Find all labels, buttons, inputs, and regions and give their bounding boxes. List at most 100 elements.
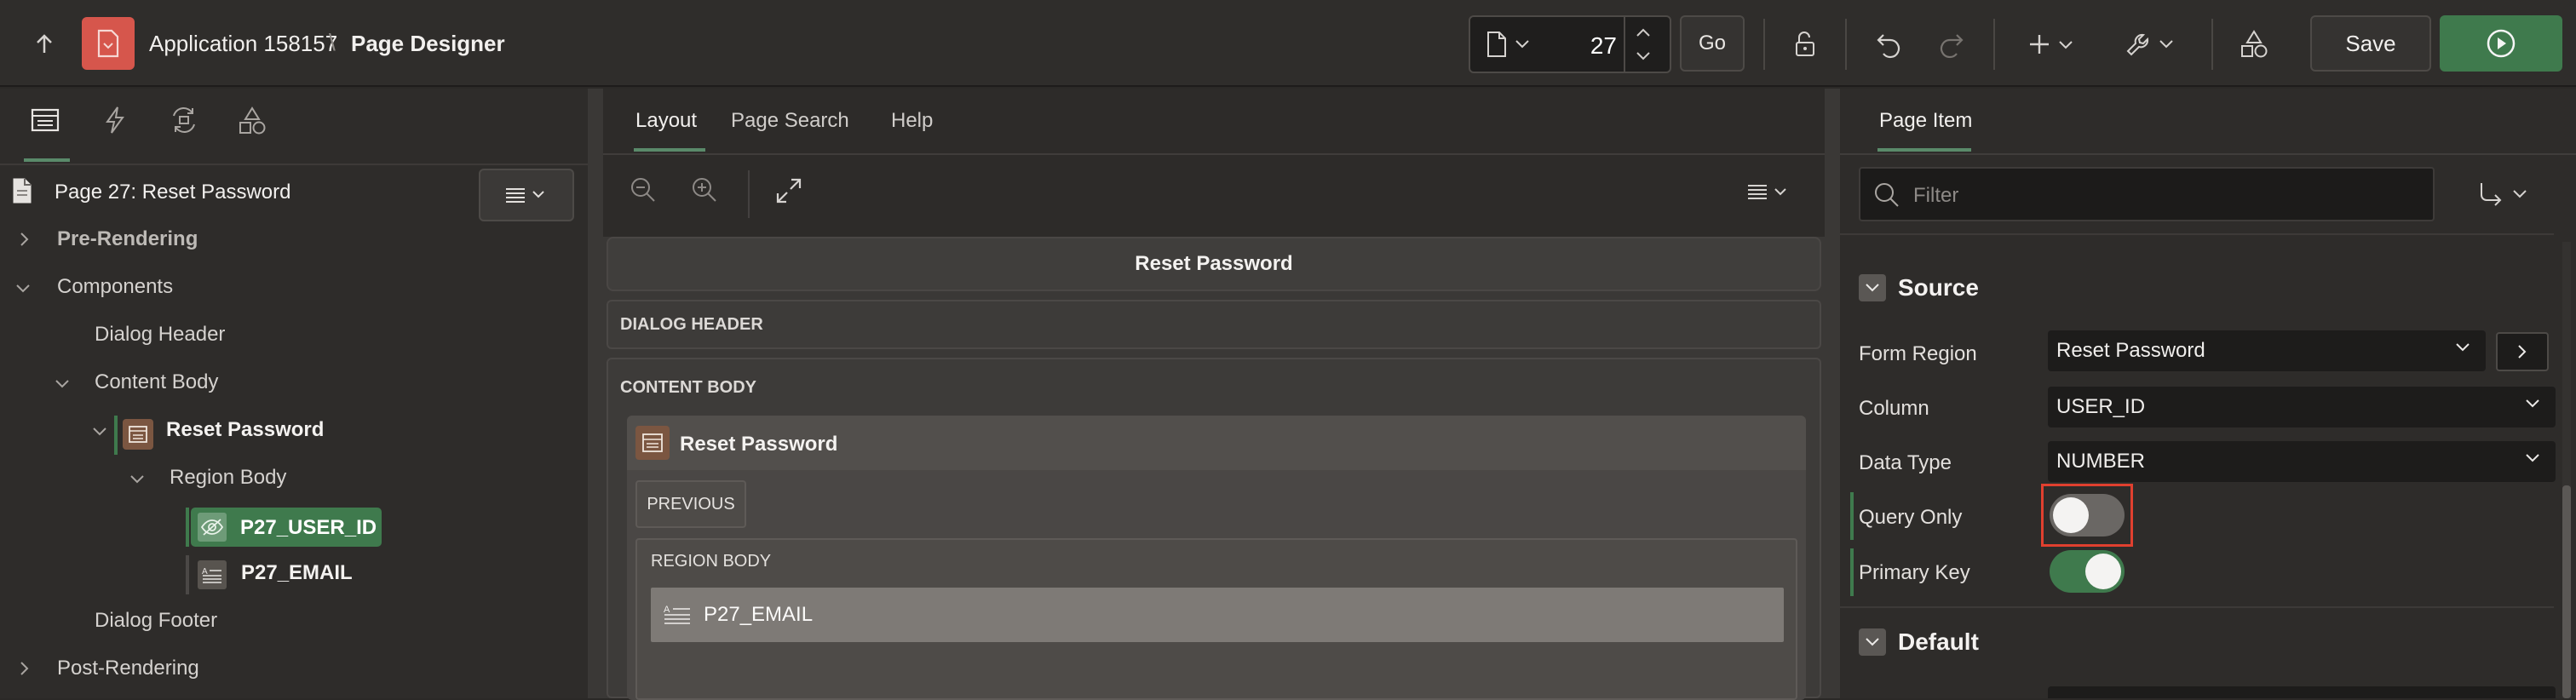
form-region-select[interactable]: Reset Password (2048, 330, 2486, 371)
data-type-select[interactable]: NUMBER (2048, 441, 2556, 482)
dialog-header-region[interactable]: DIALOG HEADER (607, 300, 1821, 349)
tree-node-post-rendering[interactable]: Post-Rendering (57, 657, 199, 680)
search-icon (1872, 181, 1901, 209)
toggle-knob (2085, 554, 2121, 589)
tree-node-reset-password-region[interactable]: Reset Password (166, 418, 324, 442)
redo-icon[interactable] (1925, 19, 1976, 70)
page-selector[interactable]: 27 (1469, 15, 1671, 73)
chevron-down-icon[interactable] (15, 283, 31, 295)
data-type-label: Data Type (1859, 451, 1952, 474)
page-icon (1486, 31, 1508, 58)
tree-node-dialog-footer[interactable]: Dialog Footer (95, 609, 217, 633)
chevron-down-icon (2525, 453, 2540, 463)
processing-tab-icon[interactable] (169, 106, 199, 135)
add-menu-icon[interactable] (2019, 19, 2087, 70)
shared-components-tab-icon[interactable] (237, 106, 267, 136)
region-body-label: REGION BODY (651, 552, 772, 571)
app-name-link[interactable]: Application 158157 (149, 31, 337, 57)
query-only-toggle[interactable] (2050, 494, 2125, 536)
collapse-source-icon[interactable] (1859, 274, 1886, 301)
primary-key-toggle[interactable] (2050, 550, 2125, 593)
layout-canvas: Reset Password DIALOG HEADER CONTENT BOD… (603, 237, 1825, 700)
go-to-region-button[interactable] (2496, 332, 2549, 371)
dynamic-actions-tab-icon[interactable] (102, 106, 128, 135)
page-title: Page Designer (351, 31, 505, 56)
undo-icon[interactable] (1864, 19, 1915, 70)
previous-button[interactable]: PREVIOUS (635, 480, 746, 528)
default-section-title[interactable]: Default (1898, 628, 1979, 656)
tab-page-item[interactable]: Page Item (1879, 109, 1972, 133)
go-to-group-button[interactable] (2440, 174, 2569, 215)
reset-password-region[interactable]: Reset Password PREVIOUS REGION BODY A P2… (627, 416, 1806, 700)
property-editor-panel: Page Item Filter Source Form Region Rese… (1840, 89, 2576, 698)
text-field-icon: A (663, 603, 692, 627)
app-icon[interactable] (82, 17, 135, 70)
chevron-down-icon[interactable] (129, 473, 145, 485)
tree-node-content-body[interactable]: Content Body (95, 370, 218, 394)
content-body-region[interactable]: CONTENT BODY Reset Password PREVIOUS REG… (607, 358, 1821, 700)
zoom-out-icon[interactable] (629, 175, 658, 204)
save-button[interactable]: Save (2310, 15, 2431, 72)
tree-node-pre-rendering[interactable]: Pre-Rendering (57, 227, 198, 251)
svg-text:A: A (664, 605, 670, 615)
dialog-header-label: DIALOG HEADER (620, 315, 763, 334)
p27-email-label: P27_EMAIL (704, 603, 814, 626)
page-number-input[interactable]: 27 (1590, 32, 1617, 60)
tree-node-p27-user-id[interactable]: P27_USER_ID (191, 508, 382, 547)
form-region-value: Reset Password (2056, 339, 2205, 362)
chevron-down-icon (2455, 342, 2470, 353)
shared-components-icon[interactable] (2228, 19, 2280, 70)
chevron-right-icon (2518, 345, 2527, 359)
tree-node-components[interactable]: Components (57, 275, 173, 299)
increment-icon[interactable] (1636, 27, 1651, 37)
menu-icon (506, 188, 544, 203)
column-label: Column (1859, 397, 1929, 420)
page-node-label[interactable]: Page 27: Reset Password (55, 181, 291, 204)
zoom-in-icon[interactable] (690, 175, 719, 204)
p27-email-item[interactable]: A P27_EMAIL (651, 588, 1784, 642)
default-type-select[interactable] (2048, 686, 2556, 698)
text-field-icon: A (198, 560, 227, 589)
decrement-icon[interactable] (1636, 51, 1651, 61)
page-icon (12, 177, 32, 204)
run-button[interactable] (2440, 15, 2562, 72)
region-title: Reset Password (680, 433, 838, 456)
region-icon (635, 426, 670, 460)
tree-node-dialog-header[interactable]: Dialog Header (95, 323, 225, 347)
filter-input[interactable]: Filter (1859, 167, 2435, 221)
form-region-label: Form Region (1859, 342, 1977, 365)
go-to-group-icon (2481, 183, 2527, 206)
content-body-label: CONTENT BODY (620, 378, 756, 397)
collapse-default-icon[interactable] (1859, 628, 1886, 656)
chevron-right-icon[interactable] (19, 232, 31, 247)
column-value: USER_ID (2056, 395, 2146, 418)
query-only-label: Query Only (1859, 506, 1963, 529)
chevron-right-icon[interactable] (19, 661, 31, 676)
region-body-area[interactable]: REGION BODY A P27_EMAIL (635, 538, 1797, 700)
go-button[interactable]: Go (1680, 15, 1745, 72)
tree-node-region-body[interactable]: Region Body (170, 466, 286, 490)
up-arrow-icon[interactable] (19, 19, 70, 70)
tree-menu-button[interactable] (479, 169, 574, 221)
primary-key-label: Primary Key (1859, 561, 1970, 584)
tree-node-label: P27_USER_ID (240, 516, 377, 539)
expand-icon[interactable] (775, 177, 802, 204)
toggle-knob (2053, 497, 2089, 533)
rendering-tree-panel: Page 27: Reset Password Pre-Rendering Co… (0, 89, 588, 698)
source-section-title[interactable]: Source (1898, 274, 1979, 301)
lock-icon[interactable] (1779, 19, 1830, 70)
wrench-menu-icon[interactable] (2118, 19, 2186, 70)
tab-help[interactable]: Help (891, 109, 933, 133)
layout-menu-icon[interactable] (1745, 182, 1792, 203)
column-select[interactable]: USER_ID (2048, 387, 2556, 427)
tree-node-p27-email[interactable]: P27_EMAIL (241, 561, 353, 585)
rendering-tab-icon[interactable] (31, 107, 60, 133)
data-type-value: NUMBER (2056, 450, 2146, 473)
tab-layout[interactable]: Layout (635, 109, 697, 133)
filter-placeholder: Filter (1913, 184, 1959, 207)
chevron-down-icon[interactable] (92, 426, 107, 438)
chevron-down-icon[interactable] (55, 378, 70, 390)
top-toolbar: Application 158157 \ Page Designer 27 Go (0, 0, 2576, 87)
tab-page-search[interactable]: Page Search (731, 109, 849, 133)
scrollbar-thumb[interactable] (2562, 485, 2571, 698)
